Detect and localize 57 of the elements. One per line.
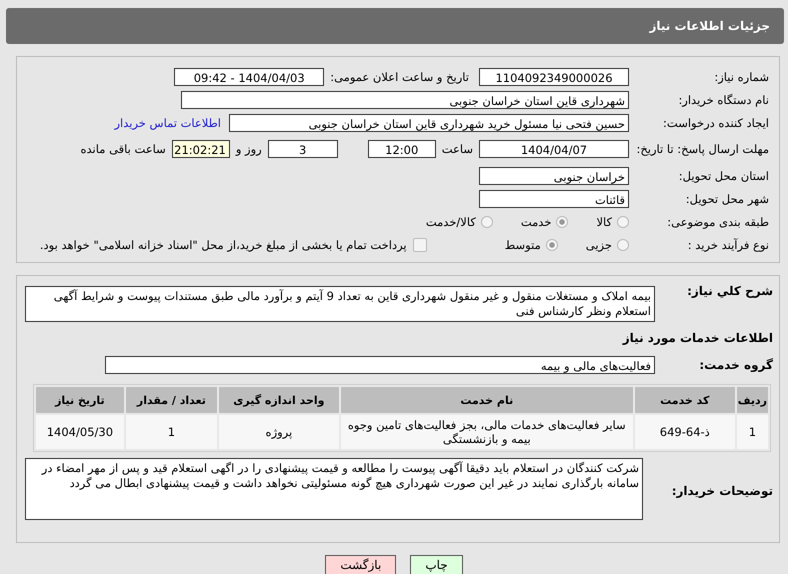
- category-radio[interactable]: کالا: [596, 214, 629, 228]
- service-group-field: فعالیت‌های مالی و بیمه: [105, 356, 655, 374]
- field-label: شماره نیاز:: [713, 70, 770, 84]
- column-header: کد خدمت: [634, 387, 735, 413]
- category-radio[interactable]: خدمت: [520, 214, 568, 228]
- table-cell: 1: [736, 415, 768, 449]
- field-label: تاریخ و ساعت اعلان عمومی:: [330, 70, 469, 84]
- column-header: واحد اندازه گیری: [219, 387, 339, 413]
- days-field: 3: [268, 140, 338, 158]
- field-label: طبقه بندی موضوعی:: [666, 214, 770, 228]
- time-label: ساعت: [442, 142, 473, 156]
- province-field: خراسان جنوبی: [479, 166, 629, 184]
- column-header: نام خدمت: [340, 387, 633, 413]
- announce-date-field: 1404/04/03 - 09:42: [174, 68, 324, 86]
- buyer-org-field: شهرداری قاین استان خراسان جنوبی: [181, 90, 629, 108]
- section-title: اطلاعات خدمات مورد نیاز: [622, 330, 774, 344]
- field-label: شرح کلي نیاز:: [686, 284, 774, 298]
- field-label: مهلت ارسال پاسخ: تا تاریخ:: [635, 142, 770, 156]
- field-label: نام دستگاه خریدار:: [677, 92, 770, 106]
- radio-button[interactable]: [617, 216, 629, 228]
- need-number-field: 1104092349000026: [479, 68, 629, 86]
- column-header: ردیف: [736, 387, 768, 413]
- print-button[interactable]: چاپ: [410, 555, 463, 574]
- deadline-date-field: 1404/04/07: [479, 140, 629, 158]
- table-cell: 1404/05/30: [36, 415, 124, 449]
- field-label: گروه خدمت:: [698, 358, 774, 372]
- table-cell: 1: [126, 415, 217, 449]
- radio-button[interactable]: [480, 216, 493, 228]
- field-label: توضیحات خریدار:: [670, 484, 774, 498]
- field-label: استان محل تحویل:: [678, 168, 770, 182]
- radio-button[interactable]: [556, 216, 568, 228]
- remaining-time-field: 21:02:21: [172, 140, 230, 158]
- table-cell: سایر فعالیت‌های خدمات مالی، بجز فعالیت‌های تامین وجوه بیمه و بازنشستگی: [340, 415, 633, 449]
- field-label: شهر محل تحویل:: [684, 192, 770, 206]
- buyer-notes-field: شرکت کنندگان در استعلام باید دقیقا آگهی پیوست را مطالعه و قیمت پیشنهادی را در اگهی استعلام قید و پس از مهر امضاء در سامانه بارگذاری نمایند در غیر این صورت شهرداری هیچ گونه مسئولیتی نخواهد داشت و قیمت پیشنهادی ابطال می گردد: [25, 458, 643, 520]
- radio-button[interactable]: [617, 238, 629, 250]
- checkbox[interactable]: [412, 238, 427, 252]
- days-label: روز و: [236, 142, 262, 156]
- remaining-label: ساعت باقی مانده: [80, 142, 166, 156]
- city-field: قائنات: [479, 190, 629, 208]
- deadline-time-field: 12:00: [368, 140, 436, 158]
- page-title: جزئیات اطلاعات نیاز: [649, 19, 770, 33]
- column-header: تاریخ نیاز: [36, 387, 124, 413]
- table-cell: ذ-64-649: [634, 415, 735, 449]
- radio-button[interactable]: [546, 238, 558, 250]
- buyer-contact-link[interactable]: اطلاعات تماس خریدار: [114, 116, 221, 130]
- process-radio[interactable]: جزیی: [586, 238, 629, 252]
- table-cell: پروژه: [219, 415, 339, 449]
- category-radio[interactable]: کالا/خدمت: [426, 214, 493, 228]
- field-label: ایجاد کننده درخواست:: [662, 116, 770, 130]
- process-radio[interactable]: متوسط: [504, 238, 558, 252]
- column-header: تعداد / مقدار: [126, 387, 217, 413]
- field-label: نوع فرآیند خرید :: [686, 238, 770, 252]
- back-button[interactable]: بازگشت: [325, 555, 396, 574]
- description-field: بیمه املاک و مستغلات منقول و غیر منقول شهرداری قاین به تعداد 9 آیتم و برآورد مالی طبق مستندات پیوست و شرایط آگهی استعلام ونظر کارشناس فنی: [25, 286, 655, 322]
- payment-note: پرداخت تمام یا بخشی از مبلغ خرید،از محل "اسناد خزانه اسلامی" خواهد بود.: [40, 238, 407, 252]
- requester-field: حسین فتحی نیا مسئول خرید شهرداری قاین استان خراسان جنوبی: [229, 114, 629, 132]
